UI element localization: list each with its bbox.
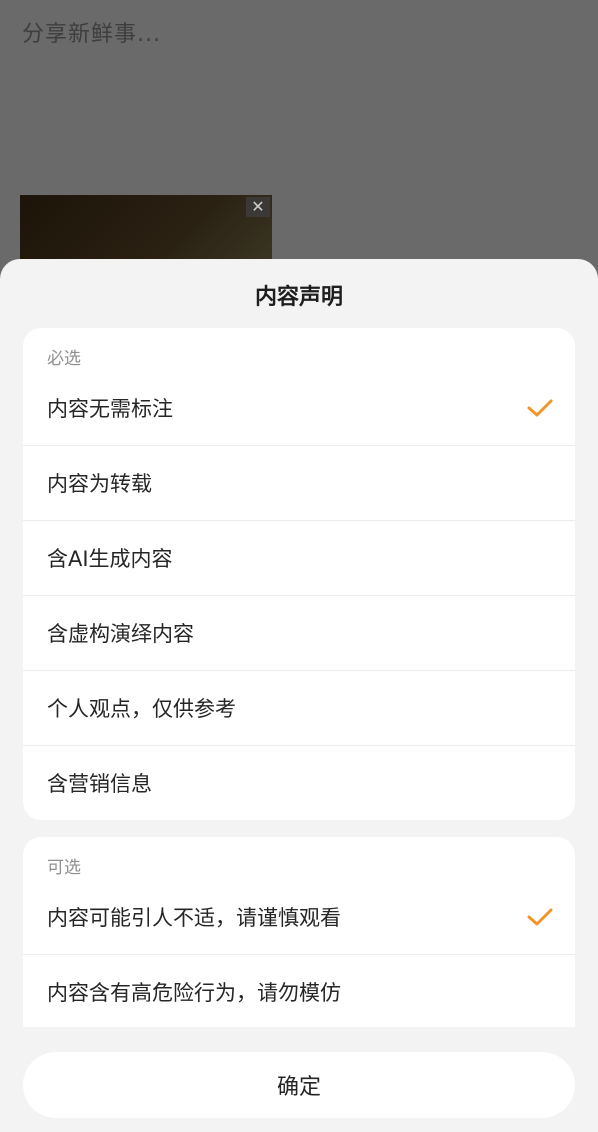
option-label: 含AI生成内容	[47, 546, 173, 571]
option-label: 含营销信息	[47, 771, 152, 796]
post-composer: 分享新鲜事... ✕	[0, 0, 598, 275]
sheet-title: 内容声明	[254, 285, 343, 310]
checkmark-icon	[525, 397, 555, 419]
option-label: 内容含有高危险行为，请勿模仿	[47, 980, 341, 1005]
close-icon[interactable]: ✕	[246, 197, 270, 217]
required-section-card: 必选 内容无需标注 内容为转载 含AI生成内容 含虚构演绎内容 个人观点，仅供参…	[23, 328, 575, 820]
option-label: 含虚构演绎内容	[47, 621, 194, 646]
option-reposted[interactable]: 内容为转载	[23, 445, 575, 520]
confirm-button[interactable]: 确定	[23, 1052, 575, 1118]
option-dangerous-behavior[interactable]: 内容含有高危险行为，请勿模仿	[23, 954, 575, 1027]
option-label: 内容无需标注	[47, 396, 173, 421]
required-section-label: 必选	[47, 349, 81, 369]
optional-section-card: 可选 内容可能引人不适，请谨慎观看 内容含有高危险行为，请勿模仿	[23, 837, 575, 1027]
option-label: 内容为转载	[47, 471, 152, 496]
composer-placeholder[interactable]: 分享新鲜事...	[22, 16, 161, 48]
checkmark-icon	[525, 906, 555, 928]
option-no-label-needed[interactable]: 内容无需标注	[23, 370, 575, 445]
option-may-cause-discomfort[interactable]: 内容可能引人不适，请谨慎观看	[23, 879, 575, 954]
option-label: 内容可能引人不适，请谨慎观看	[47, 905, 341, 930]
option-ai-generated[interactable]: 含AI生成内容	[23, 520, 575, 595]
option-personal-opinion[interactable]: 个人观点，仅供参考	[23, 670, 575, 745]
content-declaration-sheet: 内容声明 必选 内容无需标注 内容为转载 含AI生成内容 含虚构演绎内容 个人观…	[0, 259, 598, 1132]
optional-section-label: 可选	[47, 858, 81, 878]
option-marketing[interactable]: 含营销信息	[23, 745, 575, 820]
option-label: 个人观点，仅供参考	[47, 696, 236, 721]
option-fictional[interactable]: 含虚构演绎内容	[23, 595, 575, 670]
